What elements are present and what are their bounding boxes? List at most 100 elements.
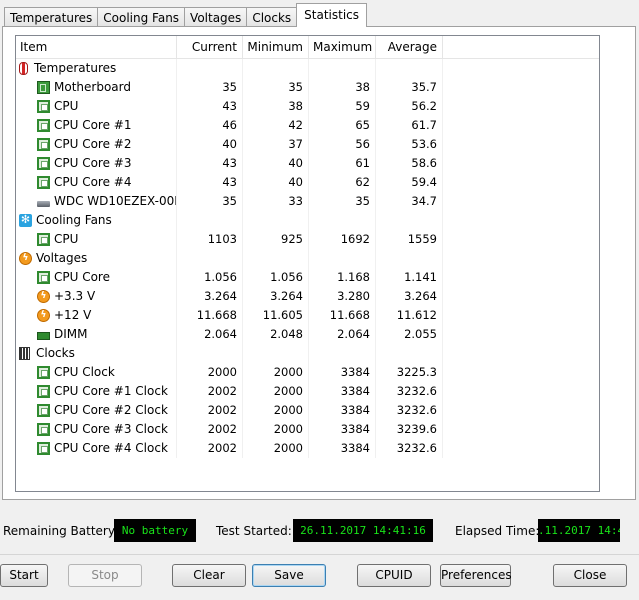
current-cell: 2002 [177, 420, 243, 439]
maximum-cell: 1.168 [309, 268, 376, 287]
table-row[interactable]: CPU Core #4 Clock 2002 2000 3384 3232.6 [16, 439, 599, 458]
item-name: CPU [16, 230, 176, 249]
table-row[interactable]: CPU Core #1 46 42 65 61.7 [16, 116, 599, 135]
item-label: WDC WD10EZEX-00R... [54, 194, 176, 208]
maximum-cell: 35 [309, 192, 376, 211]
start-button[interactable]: Start [0, 564, 48, 587]
preferences-button[interactable]: Preferences [440, 564, 512, 587]
maximum-cell: 1692 [309, 230, 376, 249]
table-row[interactable]: CPU Core #2 Clock 2002 2000 3384 3232.6 [16, 401, 599, 420]
minimum-cell: 33 [243, 192, 309, 211]
filler-cell [443, 230, 599, 249]
average-cell [376, 344, 443, 363]
item-name: CPU Core #2 [16, 135, 176, 154]
clear-button[interactable]: Clear [172, 564, 246, 587]
item-label: Voltages [36, 251, 88, 265]
column-header-minimum[interactable]: Minimum [243, 36, 309, 58]
chip-icon [37, 233, 50, 246]
minimum-cell: 925 [243, 230, 309, 249]
column-header-average[interactable]: Average [376, 36, 443, 58]
maximum-cell: 59 [309, 97, 376, 116]
average-cell: 1559 [376, 230, 443, 249]
average-cell: 11.612 [376, 306, 443, 325]
minimum-cell [243, 249, 309, 268]
group-row[interactable]: Temperatures [16, 59, 599, 78]
average-cell: 3.264 [376, 287, 443, 306]
filler-cell [443, 382, 599, 401]
maximum-cell: 62 [309, 173, 376, 192]
item-cell: CPU Core [16, 268, 177, 287]
tab-voltages[interactable]: Voltages [184, 7, 248, 27]
column-header-maximum[interactable]: Maximum [309, 36, 376, 58]
chip-icon [37, 138, 50, 151]
table-row[interactable]: CPU Clock 2000 2000 3384 3225.3 [16, 363, 599, 382]
tab-temperatures[interactable]: Temperatures [4, 7, 99, 27]
close-button[interactable]: Close [553, 564, 627, 587]
statistics-table[interactable]: Item Current Minimum Maximum Average Tem… [15, 35, 600, 492]
battery-label: Remaining Battery: [3, 524, 119, 538]
item-name: CPU Core #4 Clock [16, 439, 176, 458]
average-cell [376, 249, 443, 268]
maximum-cell: 3384 [309, 401, 376, 420]
item-cell: Clocks [16, 344, 177, 363]
item-label: CPU Core #1 [54, 118, 132, 132]
tab-clocks[interactable]: Clocks [246, 7, 298, 27]
table-row[interactable]: ϟ +12 V 11.668 11.605 11.668 11.612 [16, 306, 599, 325]
item-name: ✻ Cooling Fans [16, 211, 176, 230]
table-row[interactable]: CPU Core #2 40 37 56 53.6 [16, 135, 599, 154]
table-row[interactable]: ϟ +3.3 V 3.264 3.264 3.280 3.264 [16, 287, 599, 306]
table-row[interactable]: CPU Core 1.056 1.056 1.168 1.141 [16, 268, 599, 287]
maximum-cell: 3384 [309, 382, 376, 401]
column-header-empty [443, 36, 599, 58]
chip-icon [37, 157, 50, 170]
column-header-current[interactable]: Current [177, 36, 243, 58]
tab-cooling-fans[interactable]: Cooling Fans [97, 7, 186, 27]
filler-cell [443, 363, 599, 382]
current-cell [177, 249, 243, 268]
save-button[interactable]: Save [252, 564, 326, 587]
current-cell [177, 59, 243, 78]
item-cell: CPU Core #4 Clock [16, 439, 177, 458]
group-row[interactable]: ✻ Cooling Fans [16, 211, 599, 230]
table-row[interactable]: CPU Core #4 43 40 62 59.4 [16, 173, 599, 192]
group-row[interactable]: Clocks [16, 344, 599, 363]
table-row[interactable]: CPU 43 38 59 56.2 [16, 97, 599, 116]
filler-cell [443, 78, 599, 97]
filler-cell [443, 306, 599, 325]
item-cell: CPU [16, 97, 177, 116]
maximum-cell: 3384 [309, 363, 376, 382]
item-name: DIMM [16, 325, 176, 344]
item-label: CPU Core #2 Clock [54, 403, 168, 417]
column-header-item[interactable]: Item [16, 36, 177, 58]
maximum-cell [309, 249, 376, 268]
item-label: CPU Core #3 [54, 156, 132, 170]
item-name: CPU Core [16, 268, 176, 287]
item-name: CPU Clock [16, 363, 176, 382]
table-row[interactable]: CPU Core #1 Clock 2002 2000 3384 3232.6 [16, 382, 599, 401]
table-row[interactable]: DIMM 2.064 2.048 2.064 2.055 [16, 325, 599, 344]
average-cell: 3232.6 [376, 401, 443, 420]
table-body: Temperatures Motherboard 35 35 38 35.7 CPU 43 38… [16, 59, 599, 458]
filler-cell [443, 59, 599, 78]
current-cell [177, 344, 243, 363]
group-row[interactable]: ϟ Voltages [16, 249, 599, 268]
table-row[interactable]: CPU Core #3 43 40 61 58.6 [16, 154, 599, 173]
cpuid-button[interactable]: CPUID [357, 564, 431, 587]
item-label: CPU Core [54, 270, 110, 284]
tab-statistics[interactable]: Statistics [296, 3, 368, 27]
table-row[interactable]: WDC WD10EZEX-00R...35333534.7 [16, 192, 599, 211]
filler-cell [443, 211, 599, 230]
table-row[interactable]: CPU Core #3 Clock 2002 2000 3384 3239.6 [16, 420, 599, 439]
minimum-cell [243, 344, 309, 363]
current-cell: 11.668 [177, 306, 243, 325]
average-cell: 2.055 [376, 325, 443, 344]
item-name: ϟ +12 V [16, 306, 176, 325]
item-name: Motherboard [16, 78, 176, 97]
item-name: CPU Core #3 [16, 154, 176, 173]
table-row[interactable]: CPU 1103 925 1692 1559 [16, 230, 599, 249]
clock-icon [19, 347, 30, 360]
table-row[interactable]: Motherboard 35 35 38 35.7 [16, 78, 599, 97]
average-cell: 3239.6 [376, 420, 443, 439]
current-cell: 2000 [177, 363, 243, 382]
stop-button[interactable]: Stop [68, 564, 142, 587]
